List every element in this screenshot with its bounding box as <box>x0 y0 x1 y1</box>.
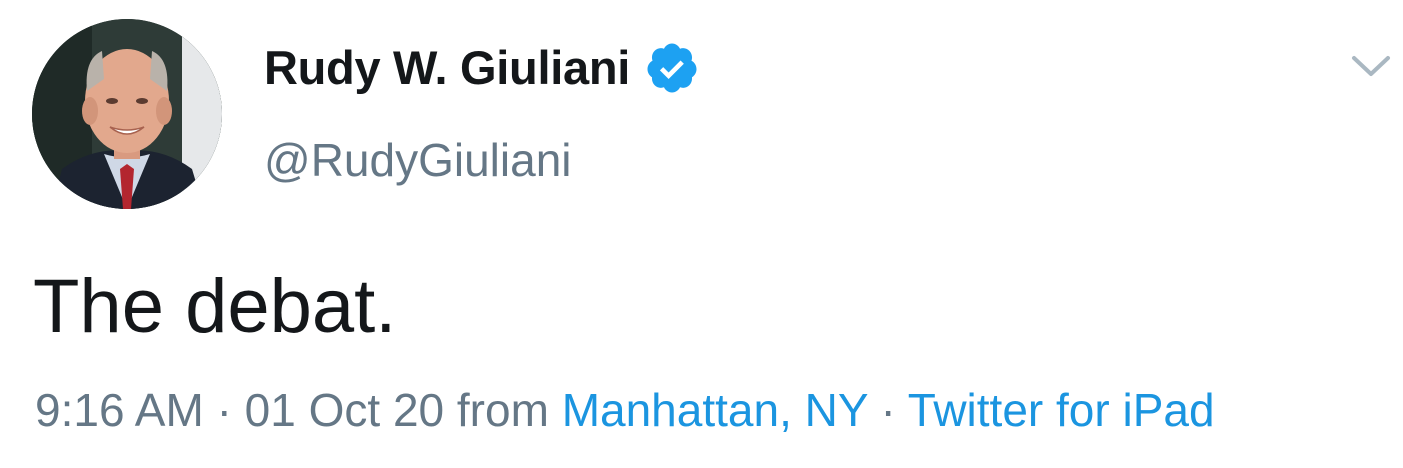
author-handle[interactable]: @RudyGiuliani <box>264 130 572 190</box>
from-label: from <box>456 384 549 436</box>
tweet-date[interactable]: 01 Oct 20 <box>245 384 444 436</box>
tweet-metadata: 9:16 AM · 01 Oct 20 from Manhattan, NY ·… <box>35 377 1375 443</box>
verified-badge-icon <box>644 40 700 96</box>
tweet-time[interactable]: 9:16 AM <box>35 384 204 436</box>
author-avatar[interactable] <box>32 19 222 209</box>
chevron-down-icon[interactable] <box>1346 46 1396 86</box>
tweet-source-link[interactable]: Twitter for iPad <box>908 384 1215 436</box>
author-display-name[interactable]: Rudy W. Giuliani <box>264 38 630 98</box>
tweet-location-link[interactable]: Manhattan, NY <box>562 384 868 436</box>
tweet-text: The debat. <box>33 264 397 349</box>
avatar-photo-icon <box>32 19 222 209</box>
author-name-row[interactable]: Rudy W. Giuliani <box>264 38 700 98</box>
separator: · <box>880 384 896 436</box>
separator: · <box>216 384 232 436</box>
